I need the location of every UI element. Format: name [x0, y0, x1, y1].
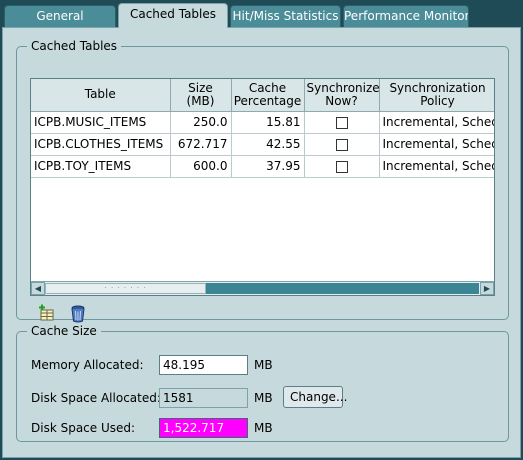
- triangle-right-icon[interactable]: ▶: [480, 282, 494, 295]
- horizontal-scrollbar[interactable]: ◀ · · · · · · · ▶: [31, 281, 494, 295]
- disk-allocated-unit: MB: [254, 391, 273, 405]
- disk-used-unit: MB: [254, 421, 273, 435]
- cell-percentage: 42.55: [231, 133, 305, 156]
- scrollbar-track[interactable]: [206, 283, 479, 294]
- disk-space-used-bar: 1,522.717: [159, 418, 248, 438]
- cell-size: 672.717: [170, 133, 232, 156]
- cell-sync-now: [304, 111, 380, 134]
- sync-now-checkbox[interactable]: [335, 160, 348, 173]
- disk-space-allocated-label: Disk Space Allocated:: [31, 391, 161, 405]
- cell-table-name: ICPB.MUSIC_ITEMS: [31, 111, 171, 134]
- cell-policy: Incremental, Schedu: [379, 111, 494, 134]
- scrollbar-thumb[interactable]: · · · · · · ·: [45, 283, 206, 294]
- cell-policy: Incremental, Schedu: [379, 133, 494, 156]
- tab-cached-tables[interactable]: Cached Tables: [118, 3, 228, 28]
- table-row[interactable]: ICPB.TOY_ITEMS 600.0 37.95 Incremental, …: [31, 155, 494, 178]
- cached-tables-group: Cached Tables Table Size (MB) Cache Perc…: [16, 39, 509, 323]
- cached-tables-grid: Table Size (MB) Cache Percentage Synchro…: [30, 78, 495, 296]
- column-header-cache-percentage[interactable]: Cache Percentage: [231, 79, 305, 112]
- memory-unit: MB: [254, 358, 273, 372]
- cached-tables-legend: Cached Tables: [31, 39, 118, 53]
- column-header-synchronization-policy[interactable]: Synchronization Policy: [379, 79, 494, 112]
- cell-policy: Incremental, Schedu: [379, 155, 494, 178]
- memory-allocated-label: Memory Allocated:: [31, 358, 144, 372]
- tab-bar: General Cached Tables Hit/Miss Statistic…: [0, 0, 523, 28]
- cache-size-group: Cache Size Memory Allocated: 48.195 MB D…: [16, 324, 509, 442]
- table-header-row: Table Size (MB) Cache Percentage Synchro…: [31, 79, 494, 112]
- trash-icon[interactable]: [68, 304, 88, 324]
- triangle-left-icon[interactable]: ◀: [31, 282, 45, 295]
- column-header-synchronize-now[interactable]: Synchronize Now?: [304, 79, 380, 112]
- tab-panel: Cached Tables Table Size (MB) Cache Perc…: [2, 27, 521, 458]
- cache-size-legend: Cache Size: [31, 324, 97, 338]
- cell-table-name: ICPB.TOY_ITEMS: [31, 155, 171, 178]
- cached-tables-table: Table Size (MB) Cache Percentage Synchro…: [31, 79, 494, 178]
- cell-size: 250.0: [170, 111, 232, 134]
- tab-hit-miss-statistics[interactable]: Hit/Miss Statistics: [230, 5, 341, 27]
- cell-percentage: 37.95: [231, 155, 305, 178]
- column-header-table[interactable]: Table: [31, 79, 171, 112]
- tab-performance-monitor[interactable]: Performance Monitor: [343, 5, 469, 27]
- cell-table-name: ICPB.CLOTHES_ITEMS: [31, 133, 171, 156]
- table-row[interactable]: ICPB.MUSIC_ITEMS 250.0 15.81 Incremental…: [31, 111, 494, 134]
- table-row[interactable]: ICPB.CLOTHES_ITEMS 672.717 42.55 Increme…: [31, 133, 494, 156]
- cell-sync-now: [304, 133, 380, 156]
- add-table-icon[interactable]: [38, 304, 58, 324]
- cell-size: 600.0: [170, 155, 232, 178]
- disk-space-used-label: Disk Space Used:: [31, 421, 136, 435]
- cell-percentage: 15.81: [231, 111, 305, 134]
- disk-space-allocated-value: 1581: [159, 388, 248, 408]
- memory-allocated-input[interactable]: 48.195: [159, 355, 248, 375]
- tab-general[interactable]: General: [4, 5, 116, 27]
- column-header-size[interactable]: Size (MB): [170, 79, 232, 112]
- sync-now-checkbox[interactable]: [335, 116, 348, 129]
- change-button[interactable]: Change...: [283, 386, 347, 408]
- cell-sync-now: [304, 155, 380, 178]
- sync-now-checkbox[interactable]: [335, 138, 348, 151]
